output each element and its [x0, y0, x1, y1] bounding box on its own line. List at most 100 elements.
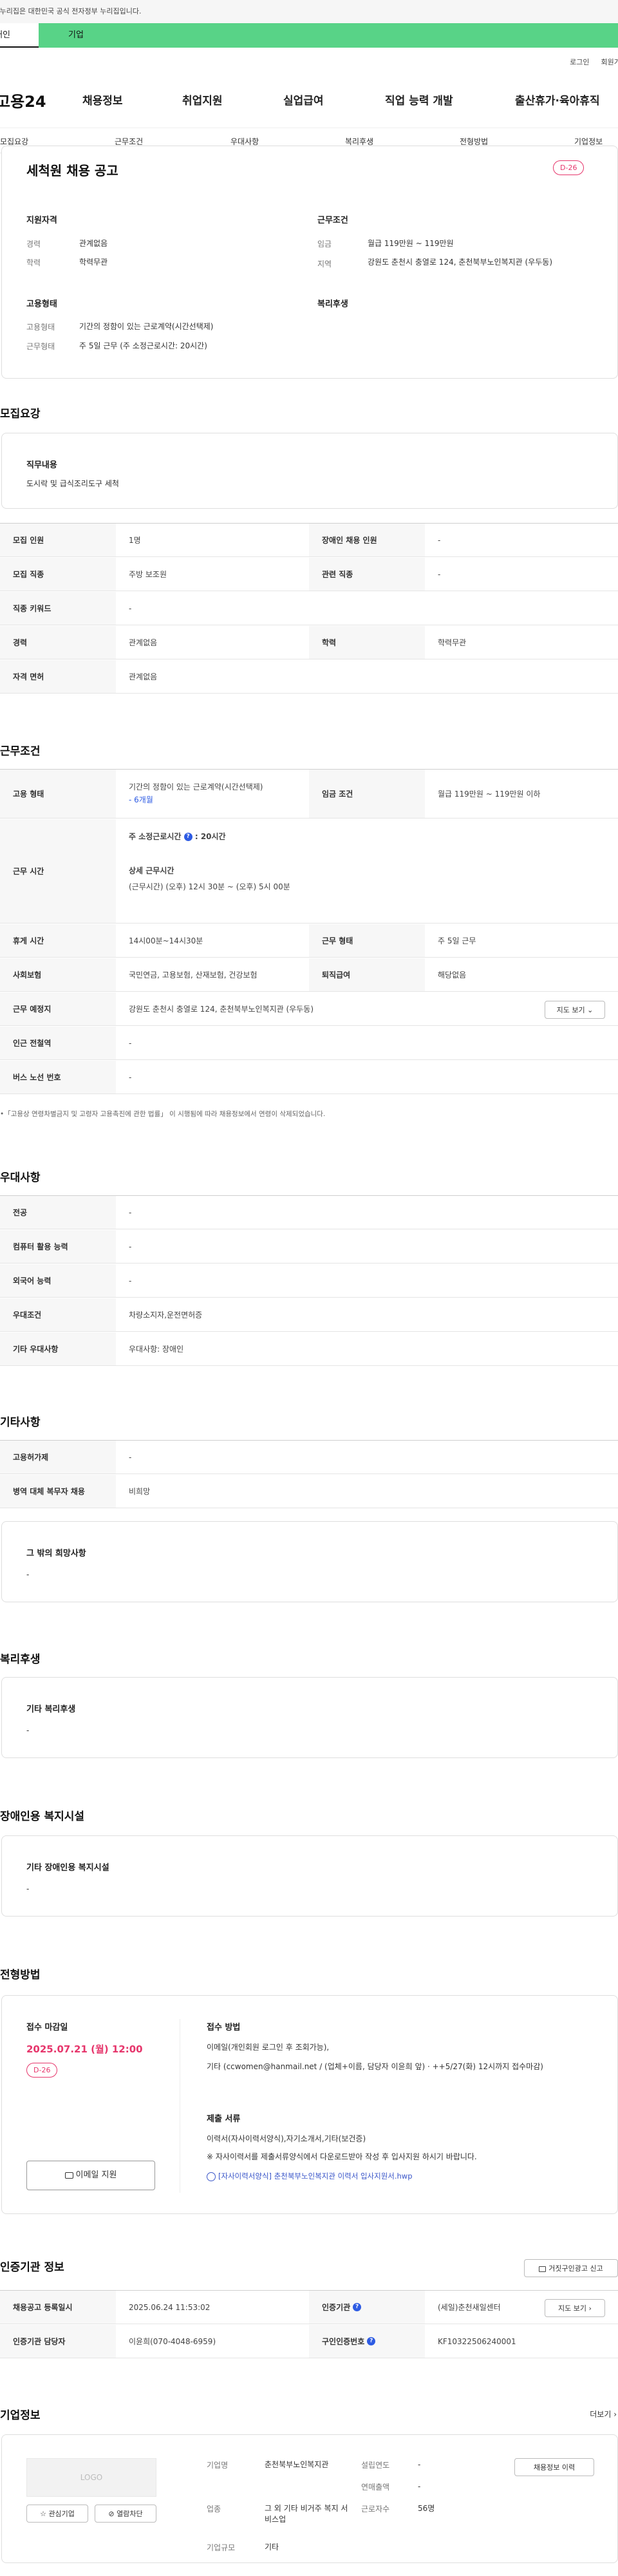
- welfare-box-title: 기타 복리후생: [26, 1705, 76, 1714]
- report-fake-ad-label: 거짓구인광고 신고: [548, 2264, 603, 2273]
- report-icon: [539, 2266, 547, 2272]
- detail-hours-value: (근무시간) (오후) 12시 30분 ~ (오후) 5시 00분: [129, 882, 290, 891]
- attachment-filename: [자사이력서양식] 춘천북부노인복지관 이력서 입사지원서.hwp: [218, 2172, 413, 2181]
- login-link[interactable]: 로그인: [570, 57, 589, 67]
- agency-map-label: 지도 보기: [558, 2304, 587, 2313]
- docs-note: ※ 자사이력서를 제출서류양식에서 다운로드받아 작성 후 입사지원 하시기 바…: [207, 2152, 477, 2161]
- welfare-box-value: -: [26, 1726, 30, 1735]
- page-title: 세척원 채용 공고: [26, 163, 118, 178]
- table-header-cell: 관련 직종: [309, 558, 425, 591]
- worktype-value: 주 5일 근무 (주 소정근로시간: 20시간): [79, 341, 207, 350]
- table-header-cell: 직종 키워드: [0, 592, 116, 625]
- gnb-item-unemployment-benefit[interactable]: 실업급여: [283, 91, 324, 108]
- table-cell: 월급 119만원 ~ 119만원 이하: [438, 790, 541, 799]
- help-icon[interactable]: ?: [353, 2303, 362, 2311]
- table-cell: 주 소정근로시간 ? : 20시간 상세 근무시간 (근무시간) (오후) 12…: [116, 819, 618, 923]
- docs-text: 이력서(자사이력서양식),자기소개서,기타(보건증): [207, 2134, 366, 2143]
- table-header-cell: 학력: [309, 626, 425, 659]
- report-fake-ad-button[interactable]: 거짓구인광고 신고: [524, 2259, 618, 2277]
- deadline-title: 접수 마감일: [26, 2023, 68, 2032]
- company-name-label: 기업명: [207, 2461, 229, 2470]
- table-cell: -: [129, 1452, 132, 1462]
- table-row: 외국어 능력 -: [0, 1264, 618, 1298]
- favorite-company-button[interactable]: ☆ 관심기업: [26, 2505, 88, 2523]
- company-size-value: 기타: [265, 2543, 279, 2552]
- hiring-history-label: 채용정보 이력: [533, 2463, 576, 2472]
- table-cell: 주방 보조원: [129, 570, 167, 579]
- chevron-right-icon: ›: [613, 2410, 617, 2419]
- table-row: 버스 노선 번호 -: [0, 1061, 618, 1094]
- table-header-cell: 인근 전철역: [0, 1027, 116, 1059]
- agency-num-label: 구인인증번호: [322, 2337, 365, 2346]
- table-row: 근무 예정지 강원도 춘천시 충열로 124, 춘천북부노인복지관 (우두동) …: [0, 992, 618, 1026]
- company-more-link[interactable]: 더보기 ›: [590, 2409, 617, 2420]
- tab-company[interactable]: 기업: [39, 23, 618, 48]
- hiring-history-button[interactable]: 채용정보 이력: [514, 2458, 594, 2476]
- map-button-label: 지도 보기: [556, 1006, 585, 1014]
- company-size-label: 기업규모: [207, 2543, 236, 2552]
- pref-section-title: 우대사항: [0, 1171, 41, 1184]
- table-cell: 2025.06.24 11:53:02: [129, 2302, 211, 2312]
- tab-person[interactable]: 개인: [0, 23, 39, 48]
- utility-links: 로그인 회원가입: [570, 57, 618, 67]
- company-logo: LOGO: [26, 2458, 156, 2497]
- process-section-title: 전형방법: [0, 1969, 41, 1982]
- industry-value: 그 외 기타 비거주 복지 서비스업: [265, 2504, 348, 2524]
- table-row: 컴퓨터 활용 능력 -: [0, 1230, 618, 1264]
- table-header-cell: 우대조건: [0, 1298, 116, 1331]
- gnb-item-skill-development[interactable]: 직업 능력 개발: [385, 91, 453, 108]
- attachment-link[interactable]: [자사이력서양식] 춘천북부노인복지관 이력서 입사지원서.hwp: [207, 2171, 413, 2181]
- help-icon[interactable]: ?: [367, 2337, 376, 2345]
- table-row: 병역 대체 복무자 채용 비희망: [0, 1475, 618, 1508]
- table-header-cell: 경력: [0, 626, 116, 659]
- table-cell: -: [129, 1208, 132, 1217]
- chevron-right-icon: ›: [588, 2304, 592, 2313]
- table-row: 자격 면허 관계없음: [0, 660, 618, 694]
- table-cell: -: [129, 1038, 132, 1048]
- dday-badge: D-26: [553, 160, 585, 175]
- gnb-item-employment-support[interactable]: 취업지원: [182, 91, 223, 108]
- gnb-item-jobs[interactable]: 채용정보: [82, 91, 123, 108]
- company-section-title: 기업정보: [0, 2409, 41, 2422]
- edu-value: 학력무관: [79, 258, 108, 267]
- sales-value: -: [418, 2482, 421, 2491]
- table-row: 인근 전철역 -: [0, 1027, 618, 1060]
- edu-label: 학력: [26, 258, 41, 267]
- table-cell: 관계없음: [129, 638, 158, 647]
- attachment-icon: [207, 2172, 216, 2181]
- table-row: 채용공고 등록일시 2025.06.24 11:53:02 인증기관 ? (세일…: [0, 2291, 618, 2324]
- agency-section-title: 인증기관 정보: [0, 2261, 64, 2274]
- disabled-box-value: -: [26, 1884, 30, 1893]
- table-header-cell: 외국어 능력: [0, 1264, 116, 1297]
- favorite-company-label: 관심기업: [48, 2510, 75, 2518]
- star-icon: ☆: [40, 2510, 46, 2518]
- gnb-item-parental-leave[interactable]: 출산휴가·육아휴직: [515, 91, 600, 108]
- table-cell: 14시00분~14시30분: [129, 936, 203, 945]
- map-button[interactable]: 지도 보기 ⌄: [545, 1001, 605, 1019]
- table-header-cell: 전공: [0, 1196, 116, 1229]
- region-label: 지역: [317, 260, 332, 269]
- table-row: 사회보험 국민연금, 고용보험, 산재보험, 건강보험 퇴직급여 해당없음: [0, 958, 618, 992]
- table-cell: -: [129, 1072, 132, 1082]
- table-header-cell: 인증기관 담당자: [0, 2325, 116, 2358]
- table-header-cell: 모집 직종: [0, 558, 116, 591]
- industry-label: 업종: [207, 2505, 221, 2514]
- block-view-button[interactable]: ⊘ 열람차단: [95, 2505, 156, 2523]
- table-cell: 관계없음: [129, 672, 158, 681]
- employees-value: 56명: [418, 2504, 435, 2513]
- employees-label: 근로자수: [361, 2505, 390, 2514]
- table-header-cell: 구인인증번호 ?: [309, 2325, 425, 2358]
- emp-title: 고용형태: [26, 299, 57, 309]
- table-header-cell: 사회보험: [0, 958, 116, 991]
- table-cell: 차량소지자,운전면허증: [129, 1311, 203, 1320]
- deadline-date: 2025.07.21 (월) 12:00: [26, 2043, 143, 2055]
- chevron-down-icon: ⌄: [587, 1006, 594, 1014]
- summary-card: 세척원 채용 공고 D-26 지원자격 경력 관계없음 학력 학력무관 근무조건…: [1, 146, 618, 379]
- method-title: 접수 방법: [207, 2023, 241, 2032]
- email-apply-button[interactable]: 이메일 지원: [26, 2161, 155, 2190]
- agency-map-button[interactable]: 지도 보기 ›: [545, 2299, 605, 2317]
- table-header-cell: 휴게 시간: [0, 924, 116, 957]
- help-icon[interactable]: ?: [183, 833, 192, 841]
- table-row: 직종 키워드 -: [0, 592, 618, 625]
- join-link[interactable]: 회원가입: [601, 57, 618, 67]
